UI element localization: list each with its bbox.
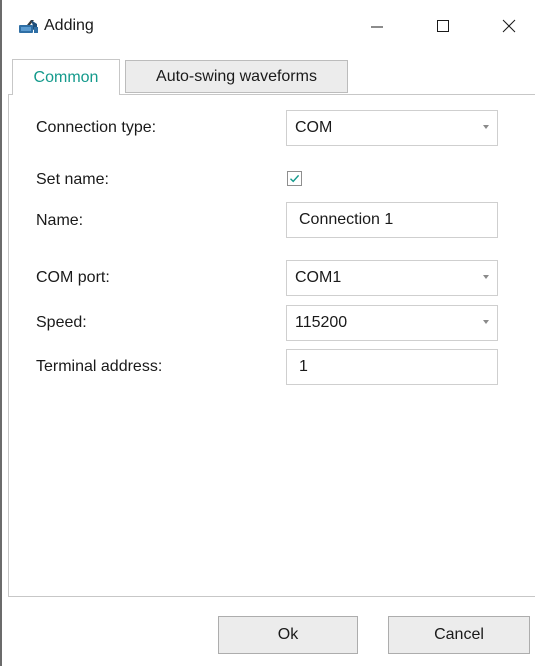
window-edge (0, 0, 2, 666)
name-field[interactable]: Connection 1 (286, 202, 498, 238)
speed-select[interactable]: 115200 (286, 305, 498, 341)
maximize-button[interactable] (420, 0, 466, 52)
tab-panel-common (8, 94, 535, 597)
ok-button[interactable]: Ok (218, 616, 358, 654)
adding-dialog: Adding Common Auto-swing waveforms Conne… (0, 0, 535, 666)
maximize-icon (437, 20, 449, 32)
minimize-icon (371, 26, 383, 28)
window-title: Adding (44, 17, 94, 34)
connection-type-value: COM (295, 119, 333, 136)
checkmark-icon (290, 174, 300, 183)
com-port-label: COM port: (36, 269, 110, 286)
terminal-address-value: 1 (299, 358, 308, 375)
connection-type-select[interactable]: COM (286, 110, 498, 146)
cancel-button[interactable]: Cancel (388, 616, 530, 654)
chevron-down-icon (483, 125, 489, 129)
footer-divider (8, 596, 535, 597)
connection-type-label: Connection type: (36, 119, 157, 136)
terminal-address-field[interactable]: 1 (286, 349, 498, 385)
minimize-button[interactable] (354, 0, 400, 52)
close-button[interactable] (486, 0, 532, 52)
tab-common[interactable]: Common (12, 59, 120, 95)
speed-label: Speed: (36, 314, 87, 331)
set-name-checkbox[interactable] (287, 171, 302, 186)
speed-value: 115200 (295, 314, 348, 331)
title-bar[interactable]: Adding (2, 0, 535, 52)
chevron-down-icon (483, 275, 489, 279)
terminal-address-label: Terminal address: (36, 358, 163, 375)
name-value: Connection 1 (299, 211, 394, 228)
set-name-label: Set name: (36, 171, 109, 188)
close-icon (502, 19, 516, 33)
connection-app-icon (18, 18, 40, 36)
com-port-select[interactable]: COM1 (286, 260, 498, 296)
chevron-down-icon (483, 320, 489, 324)
tab-auto-swing-waveforms[interactable]: Auto-swing waveforms (125, 60, 348, 93)
com-port-value: COM1 (295, 269, 342, 286)
name-label: Name: (36, 212, 84, 229)
